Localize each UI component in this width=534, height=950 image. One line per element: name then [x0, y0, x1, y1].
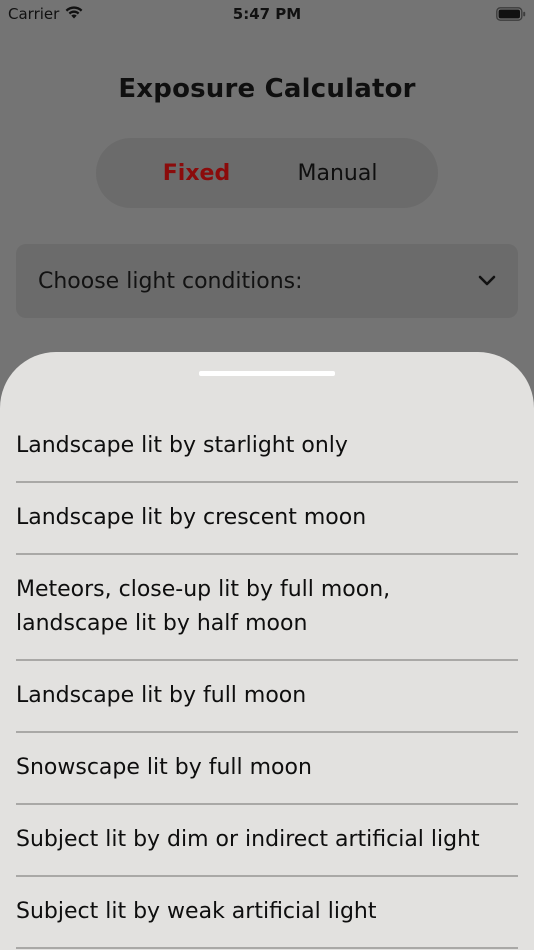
option-full-moon[interactable]: Landscape lit by full moon [16, 661, 518, 733]
option-label: Meteors, close-up lit by full moon, land… [16, 577, 391, 636]
option-label: Subject lit by weak artificial light [16, 899, 377, 924]
option-meteors-half-moon[interactable]: Meteors, close-up lit by full moon, land… [16, 555, 518, 661]
status-time: 5:47 PM [232, 5, 302, 23]
sheet-grabber[interactable] [199, 371, 335, 376]
option-label: Landscape lit by starlight only [16, 433, 348, 458]
option-dim-artificial-light[interactable]: Subject lit by dim or indirect artificia… [16, 805, 518, 877]
dropdown-placeholder: Choose light conditions: [38, 268, 303, 294]
chevron-down-icon [478, 275, 496, 286]
option-label: Landscape lit by crescent moon [16, 505, 367, 530]
status-bar: Carrier 5:47 PM [0, 0, 534, 28]
option-starlight[interactable]: Landscape lit by starlight only [16, 411, 518, 483]
segment-fixed[interactable]: Fixed [126, 161, 267, 186]
option-snowscape-full-moon[interactable]: Snowscape lit by full moon [16, 733, 518, 805]
mode-segmented-control[interactable]: Fixed Manual [96, 138, 438, 208]
light-conditions-dropdown[interactable]: Choose light conditions: [16, 244, 518, 318]
option-label: Landscape lit by full moon [16, 683, 307, 708]
option-weak-artificial-light[interactable]: Subject lit by weak artificial light [16, 877, 518, 949]
light-conditions-sheet: Landscape lit by starlight only Landscap… [0, 352, 534, 950]
option-crescent-moon[interactable]: Landscape lit by crescent moon [16, 483, 518, 555]
battery-icon [496, 7, 526, 21]
options-list: Landscape lit by starlight only Landscap… [16, 411, 518, 949]
option-label: Subject lit by dim or indirect artificia… [16, 827, 480, 852]
option-label: Snowscape lit by full moon [16, 755, 312, 780]
page-title: Exposure Calculator [118, 74, 416, 104]
segment-manual[interactable]: Manual [267, 161, 408, 186]
